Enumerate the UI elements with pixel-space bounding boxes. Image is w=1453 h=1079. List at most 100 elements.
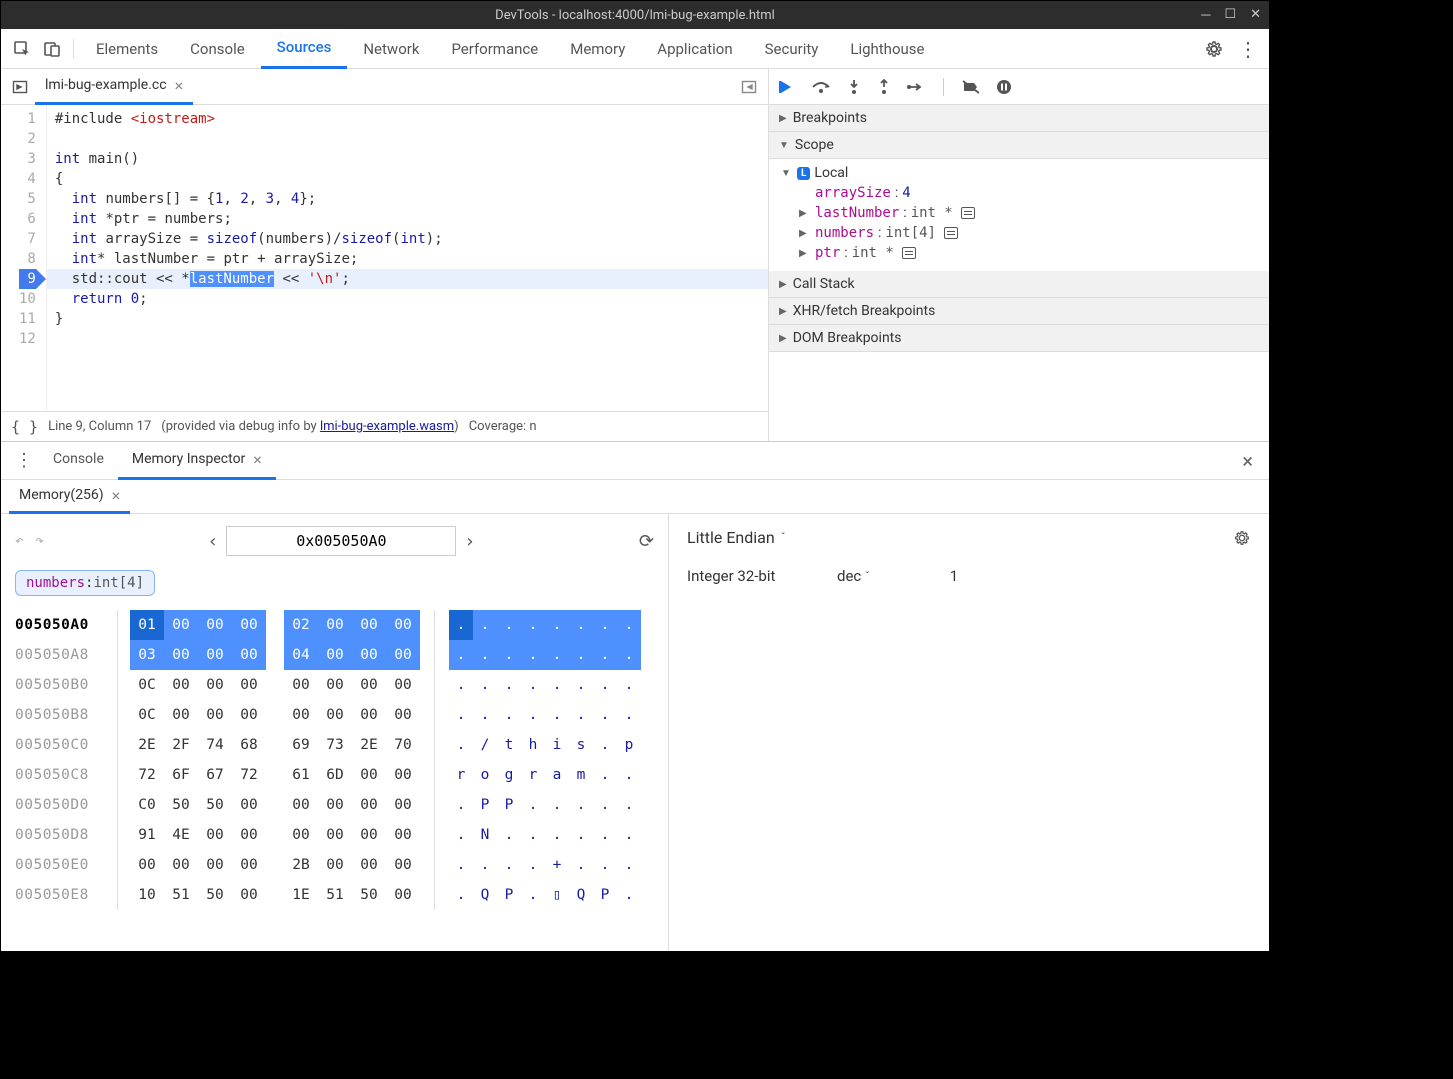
source-tab[interactable]: lmi-bug-example.cc × bbox=[35, 69, 193, 105]
step-button[interactable] bbox=[907, 80, 925, 94]
inspect-element-icon[interactable] bbox=[7, 34, 37, 64]
debugger-collapse-icon[interactable] bbox=[734, 72, 764, 102]
chevron-down-icon: ▼ bbox=[781, 168, 793, 179]
pause-exceptions-button[interactable] bbox=[996, 79, 1012, 95]
tab-security[interactable]: Security bbox=[749, 29, 835, 69]
window-title: DevTools - localhost:4000/lmi-bug-exampl… bbox=[495, 8, 775, 23]
highlight-chip[interactable]: numbers: int[4] bbox=[15, 570, 155, 596]
cursor-position: Line 9, Column 17 bbox=[48, 419, 151, 434]
hex-row[interactable]: 005050B00C00000000000000........ bbox=[15, 670, 654, 700]
pretty-print-icon[interactable]: { } bbox=[11, 418, 38, 436]
navigator-toggle-icon[interactable] bbox=[5, 72, 35, 102]
window-controls: ─ ☐ ✕ bbox=[1201, 7, 1261, 23]
debugger-sidebar: ▶ Breakpoints ▼ Scope ▼ L Local arraySiz… bbox=[769, 69, 1269, 441]
refresh-icon[interactable]: ⟳ bbox=[639, 531, 654, 552]
tab-elements[interactable]: Elements bbox=[80, 29, 174, 69]
hex-row[interactable]: 005050A00100000002000000........ bbox=[15, 610, 654, 640]
dom-breakpoints-section[interactable]: ▶ DOM Breakpoints bbox=[769, 325, 1269, 352]
tab-sources[interactable]: Sources bbox=[261, 29, 348, 69]
drawer-tab-memory-inspector[interactable]: Memory Inspector × bbox=[118, 442, 276, 480]
step-out-button[interactable] bbox=[877, 79, 891, 95]
resume-button[interactable] bbox=[777, 78, 795, 96]
reveal-in-memory-icon[interactable] bbox=[944, 227, 958, 239]
memory-instance-tab[interactable]: Memory(256) × bbox=[9, 480, 130, 514]
source-editor-panel: lmi-bug-example.cc × 123456789101112 #in… bbox=[1, 69, 769, 441]
line-numbers: 123456789101112 bbox=[1, 105, 47, 411]
hex-row[interactable]: 005050D8914E000000000000.N...... bbox=[15, 820, 654, 850]
close-icon[interactable]: × bbox=[253, 450, 262, 469]
xhr-breakpoints-section[interactable]: ▶ XHR/fetch Breakpoints bbox=[769, 298, 1269, 325]
tab-application[interactable]: Application bbox=[641, 29, 748, 69]
close-drawer-icon[interactable]: × bbox=[1234, 449, 1261, 473]
close-button[interactable]: ✕ bbox=[1250, 7, 1261, 23]
window-titlebar: DevTools - localhost:4000/lmi-bug-exampl… bbox=[1, 1, 1269, 29]
prev-page-icon[interactable]: ‹ bbox=[208, 531, 219, 552]
value-display: 1 bbox=[950, 567, 958, 585]
device-toggle-icon[interactable] bbox=[37, 34, 67, 64]
undo-icon[interactable]: ↶ bbox=[15, 533, 23, 549]
settings-icon[interactable] bbox=[1233, 529, 1251, 547]
scope-variable[interactable]: arraySize: 4 bbox=[769, 183, 1269, 203]
reveal-in-memory-icon[interactable] bbox=[902, 247, 916, 259]
scope-body: ▼ L Local arraySize: 4▶lastNumber: int *… bbox=[769, 159, 1269, 271]
code-editor[interactable]: 123456789101112 #include <iostream>int m… bbox=[1, 105, 768, 411]
redo-icon[interactable]: ↷ bbox=[35, 533, 43, 549]
coverage-label: Coverage: n bbox=[469, 419, 537, 434]
chevron-right-icon: ▶ bbox=[779, 113, 787, 124]
scope-section[interactable]: ▼ Scope bbox=[769, 132, 1269, 159]
more-icon[interactable]: ⋮ bbox=[1233, 34, 1263, 64]
hex-row[interactable]: 005050E0000000002B000000....+... bbox=[15, 850, 654, 880]
next-page-icon[interactable]: › bbox=[464, 531, 475, 552]
step-into-button[interactable] bbox=[847, 79, 861, 95]
tab-memory[interactable]: Memory bbox=[554, 29, 641, 69]
tab-network[interactable]: Network bbox=[347, 29, 435, 69]
value-row: Integer 32-bit dec ˇ 1 bbox=[687, 567, 1251, 585]
drawer: ⋮ Console Memory Inspector × × Memory(25… bbox=[1, 441, 1269, 951]
hex-row[interactable]: 005050E8105150001E515000.QP.▯QP. bbox=[15, 880, 654, 910]
local-badge: L bbox=[797, 167, 810, 180]
step-over-button[interactable] bbox=[811, 79, 831, 95]
value-format-select[interactable]: dec ˇ bbox=[837, 567, 870, 585]
code-content: #include <iostream>int main(){ int numbe… bbox=[47, 105, 768, 411]
reveal-in-memory-icon[interactable] bbox=[961, 207, 975, 219]
maximize-button[interactable]: ☐ bbox=[1224, 7, 1236, 23]
drawer-tabs: ⋮ Console Memory Inspector × × bbox=[1, 442, 1269, 480]
main-tab-bar: Elements Console Sources Network Perform… bbox=[1, 29, 1269, 69]
chevron-right-icon: ▶ bbox=[779, 279, 787, 290]
memory-inspector-body: ↶ ↷ ‹ › ⟳ numbers: int[4] 005050A0010000… bbox=[1, 514, 1269, 951]
value-interpreter: Little Endian ˇ Integer 32-bit dec ˇ 1 bbox=[669, 514, 1269, 951]
source-filename: lmi-bug-example.cc bbox=[45, 77, 167, 93]
drawer-tab-console[interactable]: Console bbox=[39, 442, 118, 480]
call-stack-section[interactable]: ▶ Call Stack bbox=[769, 271, 1269, 298]
tab-lighthouse[interactable]: Lighthouse bbox=[834, 29, 940, 69]
scope-variable[interactable]: ▶numbers: int[4] bbox=[769, 223, 1269, 243]
hex-row[interactable]: 005050C02E2F746869732E70./this.p bbox=[15, 730, 654, 760]
chevron-right-icon: ▶ bbox=[779, 306, 787, 317]
address-input[interactable] bbox=[226, 526, 456, 556]
more-icon[interactable]: ⋮ bbox=[9, 446, 39, 476]
tab-performance[interactable]: Performance bbox=[435, 29, 554, 69]
close-icon[interactable]: × bbox=[175, 76, 184, 95]
endianness-select[interactable]: Little Endian ˇ bbox=[687, 528, 786, 547]
settings-icon[interactable] bbox=[1199, 34, 1229, 64]
source-file-tabs: lmi-bug-example.cc × bbox=[1, 69, 768, 105]
close-icon[interactable]: × bbox=[112, 486, 121, 505]
sources-content: lmi-bug-example.cc × 123456789101112 #in… bbox=[1, 69, 1269, 441]
devtools-window: DevTools - localhost:4000/lmi-bug-exampl… bbox=[0, 0, 1270, 952]
scope-local[interactable]: ▼ L Local bbox=[769, 163, 1269, 183]
minimize-button[interactable]: ─ bbox=[1201, 7, 1210, 23]
wasm-link[interactable]: lmi-bug-example.wasm bbox=[320, 419, 454, 434]
deactivate-breakpoints-button[interactable] bbox=[962, 79, 980, 95]
hex-row[interactable]: 005050C8726F6772616D0000rogram.. bbox=[15, 760, 654, 790]
scope-variable[interactable]: ▶lastNumber: int * bbox=[769, 203, 1269, 223]
hex-row[interactable]: 005050D0C050500000000000.PP..... bbox=[15, 790, 654, 820]
hex-row[interactable]: 005050B80C00000000000000........ bbox=[15, 700, 654, 730]
scope-variable[interactable]: ▶ptr: int * bbox=[769, 243, 1269, 263]
debug-toolbar bbox=[769, 69, 1269, 105]
hex-row[interactable]: 005050A80300000004000000........ bbox=[15, 640, 654, 670]
chevron-down-icon: ˇ bbox=[781, 531, 786, 544]
tab-console[interactable]: Console bbox=[174, 29, 261, 69]
hex-toolbar: ↶ ↷ ‹ › ⟳ bbox=[15, 526, 654, 556]
chevron-down-icon: ˇ bbox=[865, 571, 869, 582]
breakpoints-section[interactable]: ▶ Breakpoints bbox=[769, 105, 1269, 132]
